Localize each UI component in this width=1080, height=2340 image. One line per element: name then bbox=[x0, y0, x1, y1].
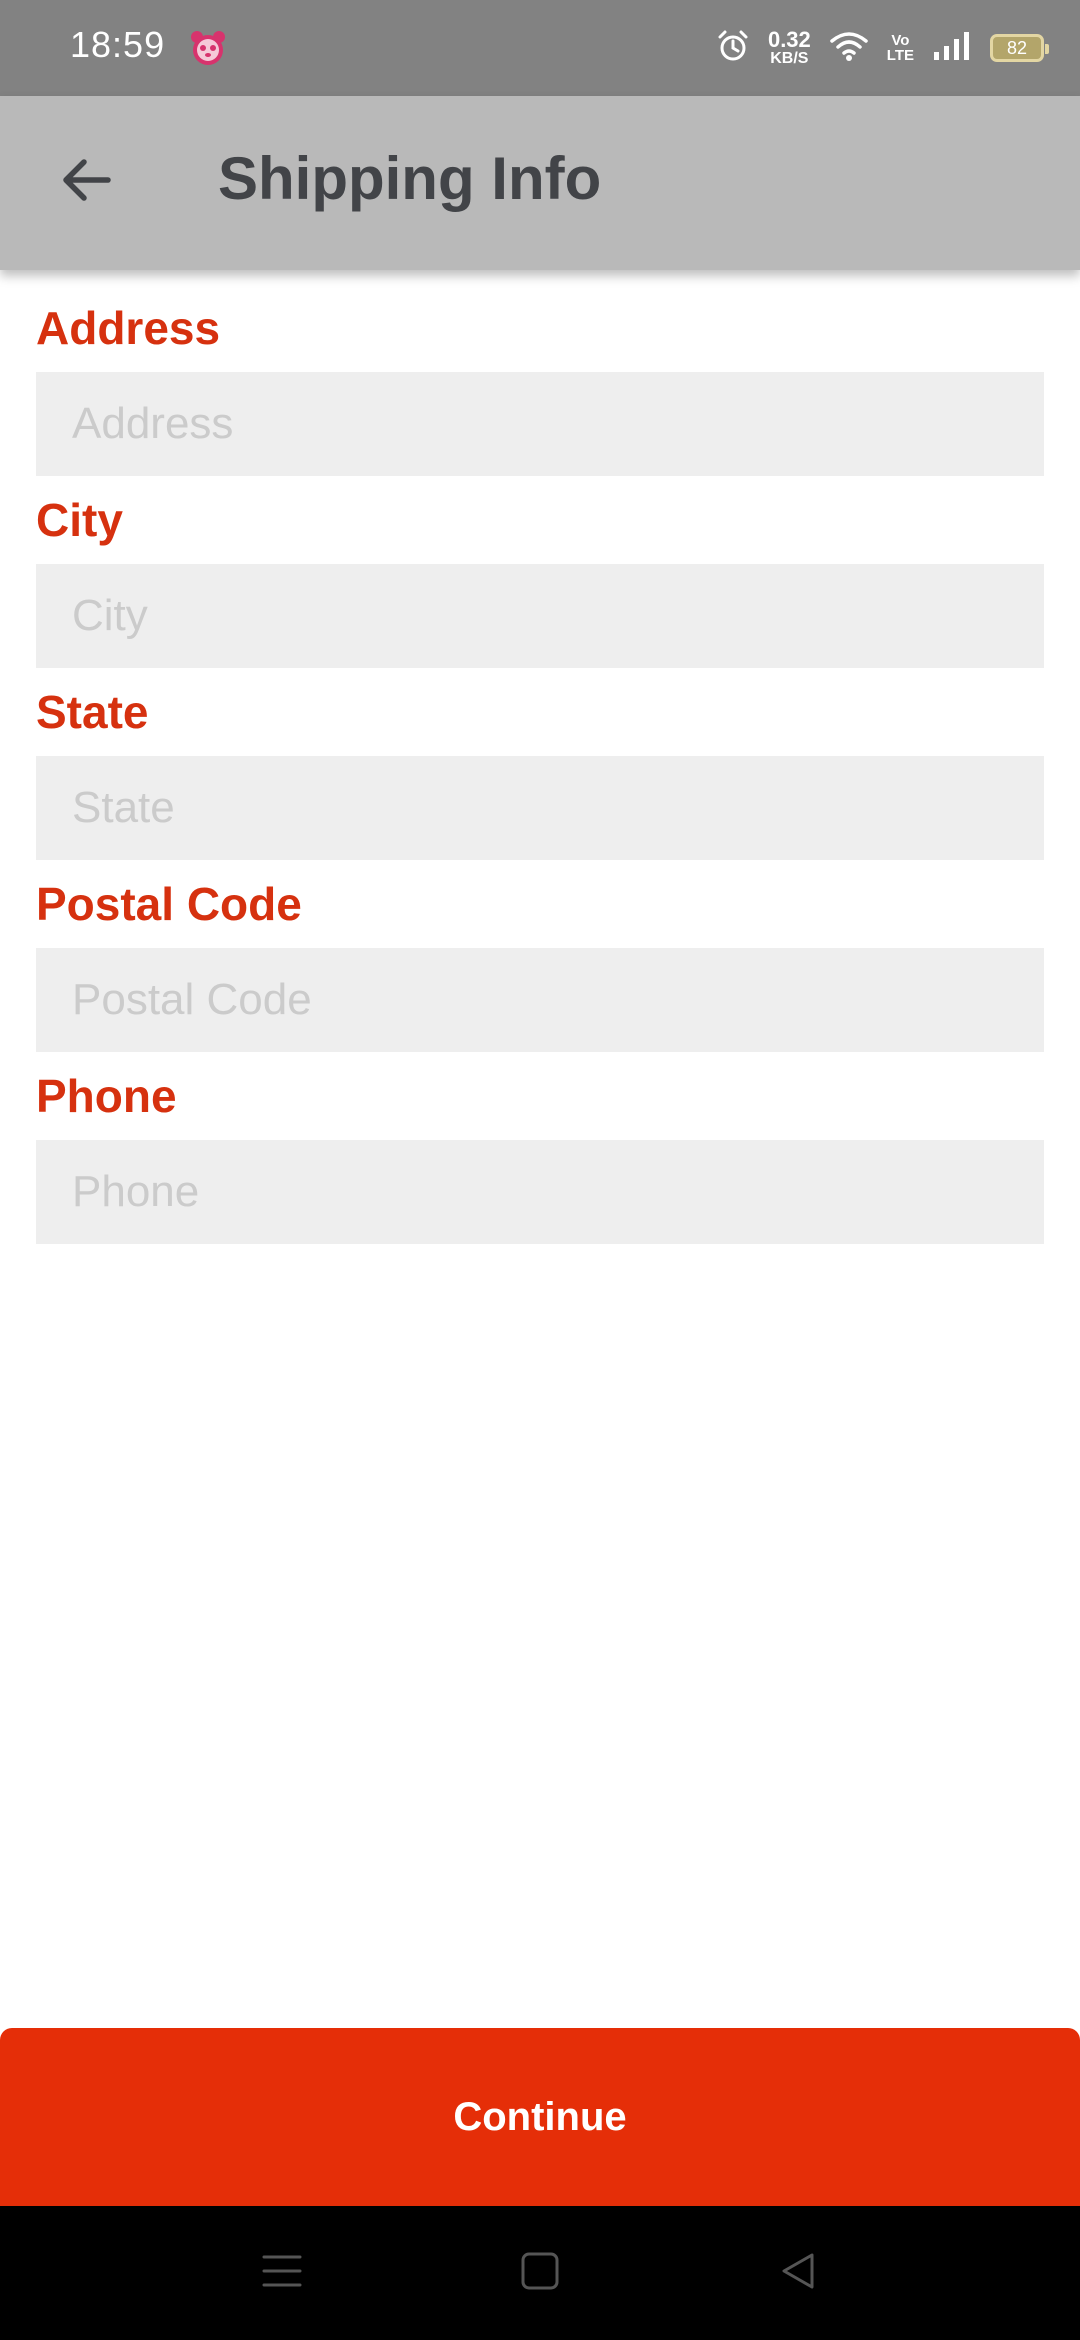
phone-label: Phone bbox=[36, 1070, 177, 1122]
city-input[interactable] bbox=[36, 564, 1044, 668]
shipping-form: Address City State Postal Code Phone bbox=[36, 300, 1044, 1260]
state-label: State bbox=[36, 686, 149, 738]
menu-icon bbox=[262, 2251, 302, 2296]
back-triangle-icon bbox=[778, 2251, 818, 2296]
phone-input[interactable] bbox=[36, 1140, 1044, 1244]
page-title: Shipping Info bbox=[218, 145, 602, 212]
alarm-icon bbox=[716, 29, 750, 68]
address-input[interactable] bbox=[36, 372, 1044, 476]
home-square-icon bbox=[520, 2251, 560, 2296]
status-bar: 18:59 0.32 KB/S Vo LTE 82 bbox=[0, 0, 1080, 96]
battery-level: 82 bbox=[1006, 37, 1028, 58]
arrow-left-icon bbox=[58, 152, 114, 213]
volte-indicator: Vo LTE bbox=[887, 33, 914, 63]
wifi-icon bbox=[829, 29, 869, 68]
status-time: 18:59 bbox=[70, 24, 166, 65]
recent-apps-button[interactable] bbox=[247, 2238, 317, 2308]
volte-bottom: LTE bbox=[886, 47, 914, 64]
volte-top: Vo bbox=[891, 32, 910, 49]
status-icons: 0.32 KB/S Vo LTE 82 bbox=[716, 22, 1049, 74]
continue-button[interactable]: Continue bbox=[0, 2028, 1080, 2206]
postal-code-input[interactable] bbox=[36, 948, 1044, 1052]
city-label: City bbox=[36, 494, 123, 546]
network-speed-value: 0.32 bbox=[767, 27, 811, 52]
home-button[interactable] bbox=[505, 2238, 575, 2308]
network-speed: 0.32 KB/S bbox=[768, 29, 811, 67]
foodpanda-notification-icon bbox=[188, 28, 228, 68]
network-speed-unit: KB/S bbox=[770, 50, 809, 67]
battery-icon: 82 bbox=[990, 34, 1049, 62]
app-bar: Shipping Info bbox=[0, 96, 1080, 270]
state-input[interactable] bbox=[36, 756, 1044, 860]
postal-code-label: Postal Code bbox=[36, 878, 302, 930]
system-nav-bar bbox=[0, 2206, 1080, 2340]
nav-back-button[interactable] bbox=[763, 2238, 833, 2308]
signal-icon bbox=[932, 30, 972, 67]
address-label: Address bbox=[36, 302, 221, 354]
back-button[interactable] bbox=[46, 142, 126, 222]
